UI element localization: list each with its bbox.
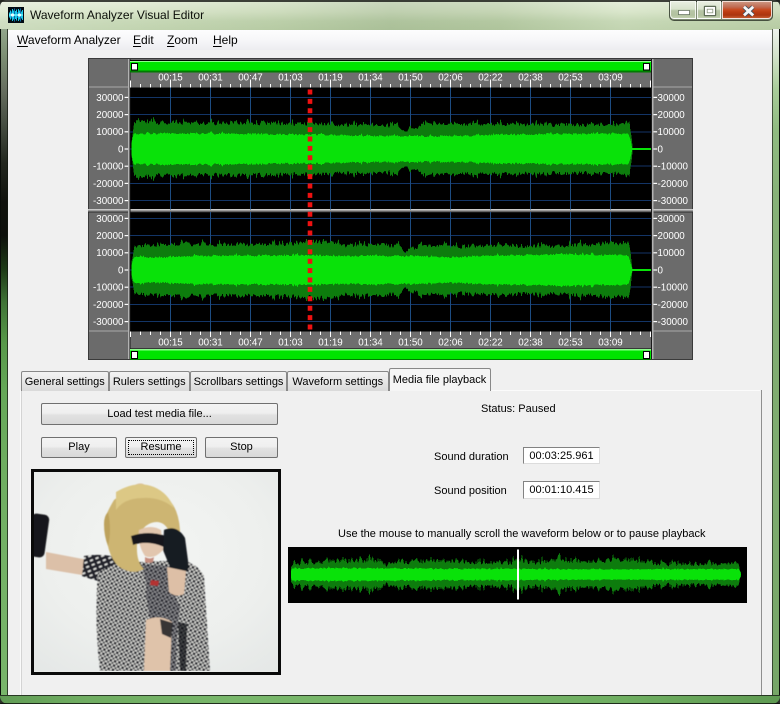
svg-text:10000: 10000: [96, 248, 124, 259]
svg-text:01:03: 01:03: [278, 72, 303, 83]
svg-text:02:06: 02:06: [438, 72, 463, 83]
svg-text:0: 0: [657, 265, 663, 276]
svg-text:-30000: -30000: [92, 196, 123, 207]
svg-text:-10000: -10000: [92, 161, 123, 172]
svg-text:00:47: 00:47: [238, 337, 263, 348]
svg-text:-30000: -30000: [92, 317, 123, 328]
svg-text:-10000: -10000: [92, 282, 123, 293]
svg-text:01:34: 01:34: [358, 337, 383, 348]
svg-text:10000: 10000: [657, 248, 685, 259]
svg-text:0: 0: [657, 144, 663, 155]
svg-text:30000: 30000: [96, 92, 124, 103]
svg-text:02:22: 02:22: [478, 337, 503, 348]
svg-text:03:09: 03:09: [598, 337, 623, 348]
svg-text:0: 0: [118, 144, 124, 155]
svg-text:30000: 30000: [96, 213, 124, 224]
svg-text:02:38: 02:38: [518, 337, 543, 348]
svg-text:02:38: 02:38: [518, 72, 543, 83]
svg-text:0: 0: [118, 265, 124, 276]
svg-text:03:09: 03:09: [598, 72, 623, 83]
svg-text:20000: 20000: [96, 231, 124, 242]
svg-text:-20000: -20000: [92, 178, 123, 189]
svg-text:00:15: 00:15: [158, 337, 183, 348]
svg-text:01:19: 01:19: [318, 337, 343, 348]
svg-text:-20000: -20000: [657, 299, 688, 310]
svg-text:10000: 10000: [657, 127, 685, 138]
svg-text:-10000: -10000: [657, 282, 688, 293]
svg-text:01:03: 01:03: [278, 337, 303, 348]
svg-text:00:15: 00:15: [158, 72, 183, 83]
svg-text:-30000: -30000: [657, 196, 688, 207]
svg-text:02:06: 02:06: [438, 337, 463, 348]
svg-text:00:31: 00:31: [198, 337, 223, 348]
svg-text:01:34: 01:34: [358, 72, 383, 83]
svg-text:20000: 20000: [657, 231, 685, 242]
svg-text:02:22: 02:22: [478, 72, 503, 83]
svg-text:20000: 20000: [96, 110, 124, 121]
svg-text:02:53: 02:53: [558, 337, 583, 348]
svg-text:10000: 10000: [96, 127, 124, 138]
svg-text:-30000: -30000: [657, 317, 688, 328]
svg-text:-10000: -10000: [657, 161, 688, 172]
svg-text:20000: 20000: [657, 110, 685, 121]
svg-text:30000: 30000: [657, 92, 685, 103]
svg-text:01:50: 01:50: [398, 72, 423, 83]
svg-text:01:19: 01:19: [318, 72, 343, 83]
svg-text:-20000: -20000: [657, 178, 688, 189]
svg-text:30000: 30000: [657, 213, 685, 224]
svg-text:00:31: 00:31: [198, 72, 223, 83]
svg-text:01:50: 01:50: [398, 337, 423, 348]
svg-text:-20000: -20000: [92, 299, 123, 310]
svg-text:02:53: 02:53: [558, 72, 583, 83]
svg-text:00:47: 00:47: [238, 72, 263, 83]
